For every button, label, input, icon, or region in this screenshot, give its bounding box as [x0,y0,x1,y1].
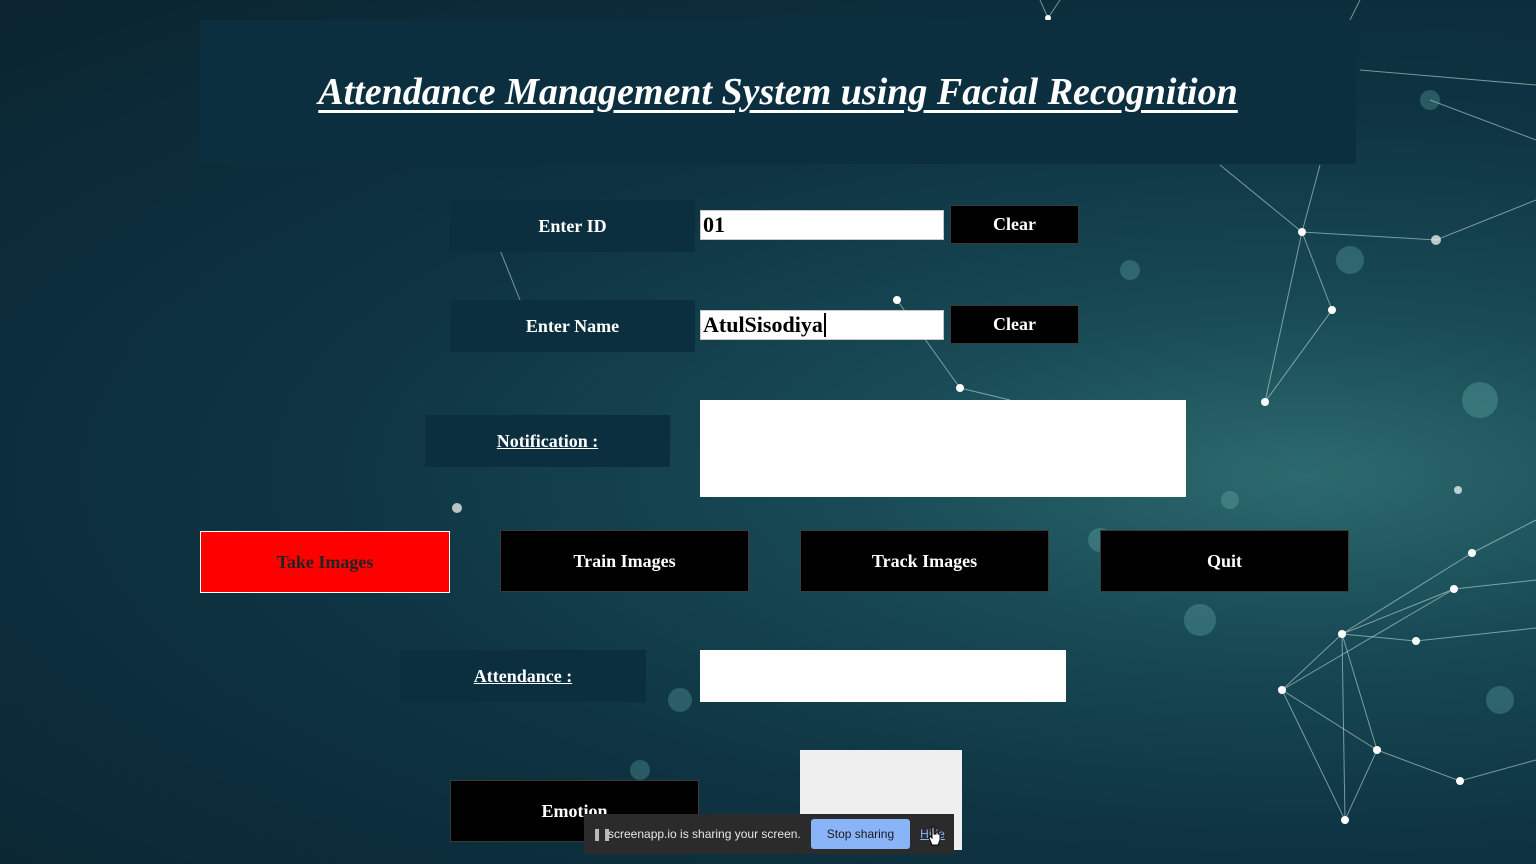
stop-sharing-button[interactable]: Stop sharing [810,819,911,849]
quit-button[interactable]: Quit [1100,530,1349,592]
track-images-label: Track Images [871,550,978,571]
share-message: screenapp.io is sharing your screen. [608,827,801,841]
clear-id-button[interactable]: Clear [950,205,1079,244]
text-caret [823,313,826,337]
notification-label: Notification : [425,415,670,467]
clear-name-button-label: Clear [993,314,1036,334]
id-input-value: 01 [703,212,725,237]
hand-cursor-icon [928,826,941,846]
enter-name-label: Enter Name [450,300,695,352]
name-input-value: AtulSisodiya [703,312,823,337]
enter-name-label-text: Enter Name [525,315,620,336]
enter-id-label: Enter ID [450,200,695,252]
title-banner: Attendance Management System using Facia… [200,20,1356,164]
page-title: Attendance Management System using Facia… [318,71,1238,113]
take-images-label: Take Images [276,551,374,572]
attendance-box [700,650,1066,702]
enter-id-label-text: Enter ID [538,215,607,236]
name-input[interactable]: AtulSisodiya [700,310,944,340]
notification-box [700,400,1186,497]
train-images-label: Train Images [573,550,676,571]
clear-name-button[interactable]: Clear [950,305,1079,344]
take-images-button[interactable]: Take Images [200,531,450,593]
drag-handle-icon[interactable]: ❚❚ [592,827,612,841]
attendance-label-text: Attendance : [473,665,573,686]
id-input[interactable]: 01 [700,210,944,240]
screen-share-bar: ❚❚ screenapp.io is sharing your screen. … [584,814,954,854]
quit-label: Quit [1206,550,1242,571]
train-images-button[interactable]: Train Images [500,530,749,592]
attendance-label: Attendance : [400,650,646,702]
track-images-button[interactable]: Track Images [800,530,1049,592]
clear-id-button-label: Clear [993,214,1036,234]
notification-label-text: Notification : [496,430,599,451]
